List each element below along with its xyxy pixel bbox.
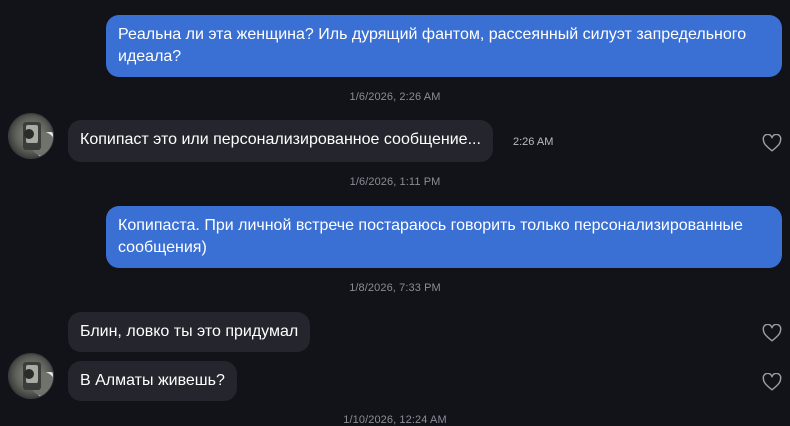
heart-outline-icon[interactable] [762, 373, 782, 391]
heart-outline-icon[interactable] [762, 134, 782, 152]
timestamp-divider: 1/8/2026, 7:33 PM [349, 282, 441, 294]
avatar-image [9, 354, 53, 398]
user-avatar[interactable] [8, 113, 54, 159]
timestamp-divider: 1/10/2026, 12:24 AM [343, 414, 447, 426]
outgoing-message-bubble[interactable]: Реальна ли эта женщина? Иль дурящий фант… [106, 15, 782, 77]
message-text: Копипаст это или персонализированное соо… [80, 131, 481, 148]
timestamp-divider: 1/6/2026, 1:11 PM [349, 176, 441, 188]
message-time: 2:26 AM [513, 136, 554, 148]
timestamp-divider: 1/6/2026, 2:26 AM [349, 91, 441, 103]
message-text: В Алматы живешь? [80, 372, 225, 389]
message-text: Реальна ли эта женщина? Иль дурящий фант… [118, 26, 747, 65]
user-avatar[interactable] [8, 353, 54, 399]
incoming-message-bubble[interactable]: В Алматы живешь? [68, 361, 237, 401]
avatar-image [9, 114, 53, 158]
message-text: Блин, ловко ты это придумал [80, 323, 299, 340]
heart-outline-icon[interactable] [762, 324, 782, 342]
incoming-message-bubble[interactable]: Блин, ловко ты это придумал [68, 312, 311, 352]
incoming-message-bubble[interactable]: Копипаст это или персонализированное соо… [68, 120, 493, 162]
outgoing-message-bubble[interactable]: Копипаста. При личной встрече постараюсь… [106, 206, 782, 268]
message-text: Копипаста. При личной встрече постараюсь… [118, 217, 743, 256]
